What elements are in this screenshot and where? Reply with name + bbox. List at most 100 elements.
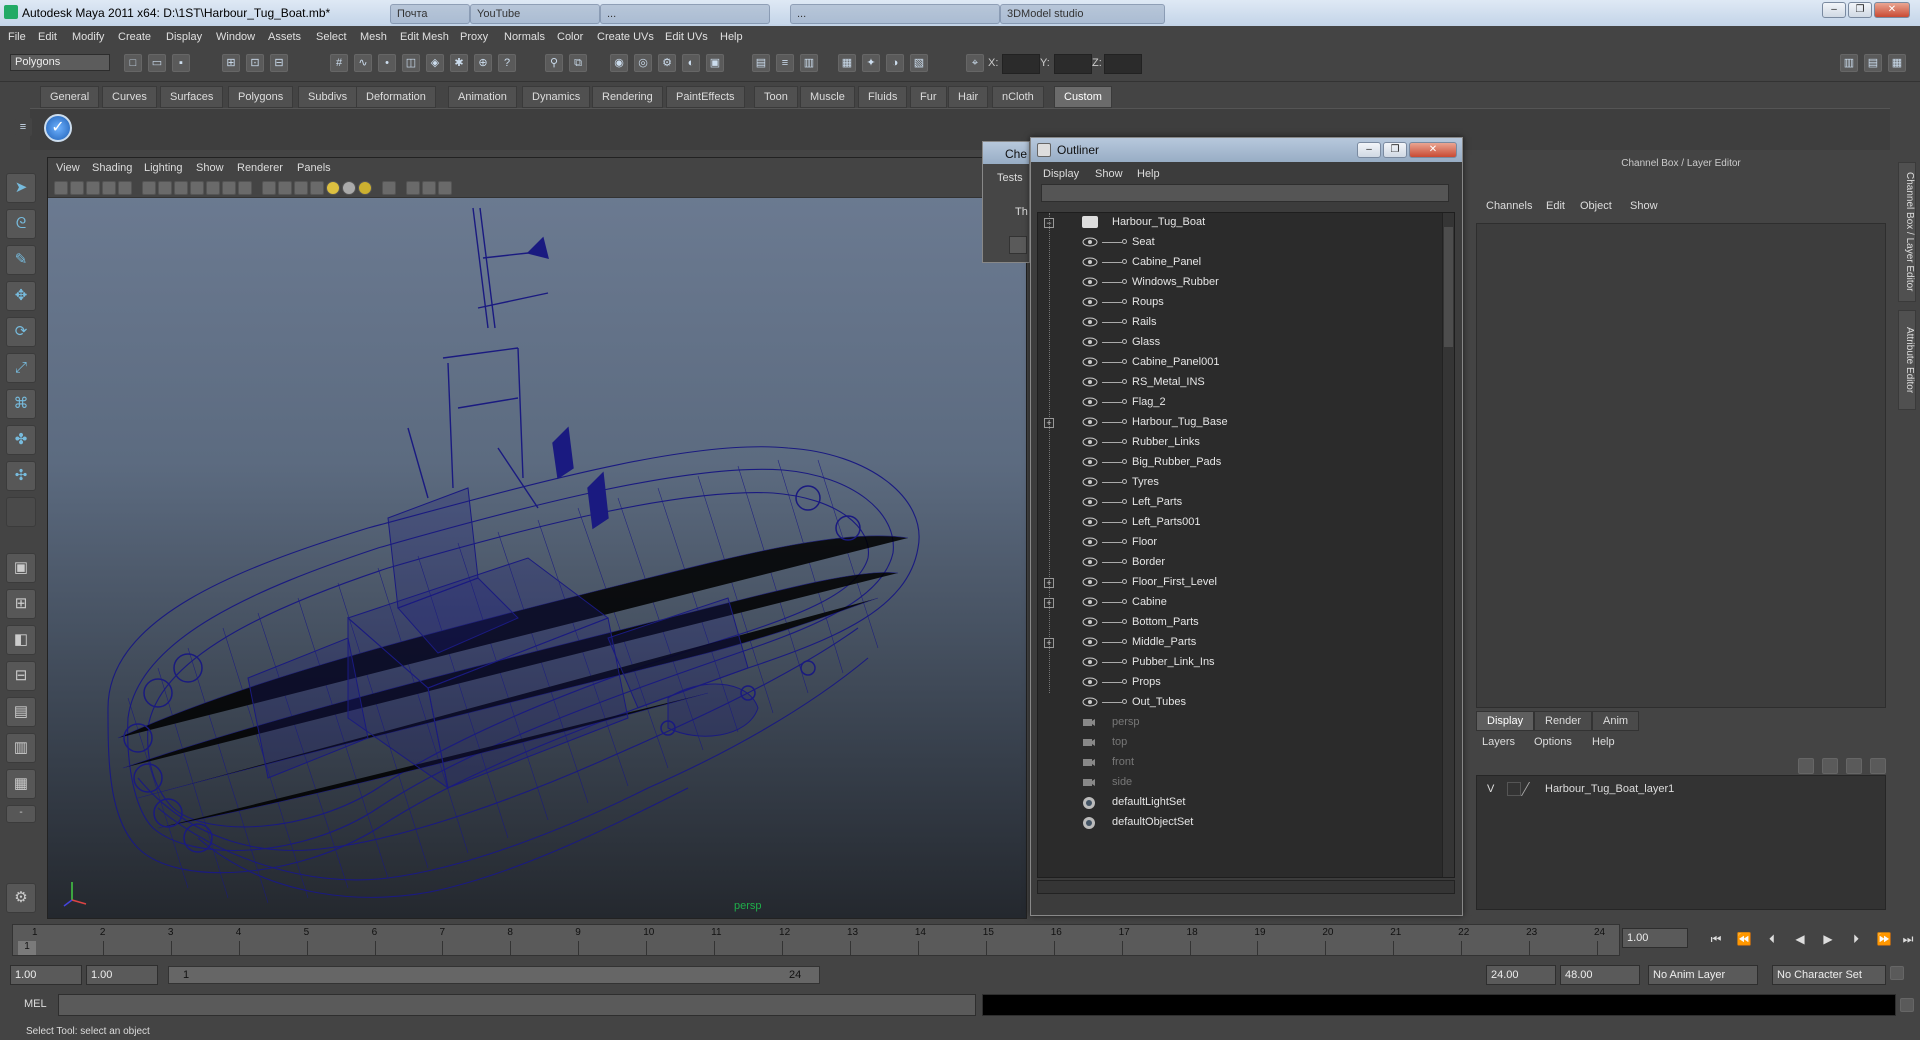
outliner-row[interactable]: Big_Rubber_Pads <box>1038 453 1438 473</box>
perspective-viewport[interactable]: View Shading Lighting Show Renderer Pane… <box>47 157 1027 919</box>
viewport-menu-panels[interactable]: Panels <box>297 162 331 174</box>
close-button[interactable]: ✕ <box>1874 2 1910 18</box>
menu-create-uvs[interactable]: Create UVs <box>597 31 654 43</box>
show-attribute-editor-icon[interactable]: ▥ <box>1840 54 1858 72</box>
outliner-maximize-button[interactable]: ❐ <box>1383 142 1407 158</box>
viewport-menu-show[interactable]: Show <box>196 162 224 174</box>
snap-plane-icon[interactable]: ◫ <box>402 54 420 72</box>
outliner-row[interactable]: Rubber_Links <box>1038 433 1438 453</box>
shelf-tab-subdivs[interactable]: Subdivs <box>298 86 358 108</box>
safe-title-icon[interactable] <box>238 181 252 195</box>
outliner-row[interactable]: Border <box>1038 553 1438 573</box>
shelf-tab-surfaces[interactable]: Surfaces <box>160 86 224 108</box>
add-to-layer-icon[interactable] <box>1846 758 1862 774</box>
layer-tab-anim[interactable]: Anim <box>1592 711 1640 731</box>
open-scene-icon[interactable]: ▭ <box>148 54 166 72</box>
snap-grid-icon[interactable]: # <box>330 54 348 72</box>
select-hierarchy-icon[interactable]: ⊞ <box>222 54 240 72</box>
gate-mask-icon[interactable] <box>190 181 204 195</box>
outliner-row[interactable]: Cabine_Panel001 <box>1038 353 1438 373</box>
menu-color[interactable]: Color <box>557 31 583 43</box>
layer-tab-render[interactable]: Render <box>1534 711 1593 731</box>
outliner-row[interactable]: Floor <box>1038 533 1438 553</box>
safe-action-icon[interactable] <box>222 181 236 195</box>
viewport-menu-renderer[interactable]: Renderer <box>237 162 283 174</box>
layer-visibility-toggle[interactable]: V <box>1487 783 1494 795</box>
outliner-row[interactable]: + Middle_Parts <box>1038 633 1438 653</box>
playback-end-field[interactable]: 24.00 <box>1486 965 1556 985</box>
shelf-tab-toon[interactable]: Toon <box>754 86 798 108</box>
viewport-menu-view[interactable]: View <box>56 162 80 174</box>
play-backwards-icon[interactable]: ◀ <box>1790 932 1810 950</box>
channel-box-area[interactable] <box>1476 223 1886 708</box>
list-icon[interactable]: ≡ <box>776 54 794 72</box>
side-tab-channel-box[interactable]: Channel Box / Layer Editor <box>1898 162 1916 302</box>
scroll-thumb[interactable] <box>1444 227 1453 347</box>
camera-attributes-icon[interactable] <box>70 181 84 195</box>
outliner-set-row[interactable]: defaultObjectSet <box>1038 813 1438 833</box>
show-channel-box-icon[interactable]: ▦ <box>1888 54 1906 72</box>
four-view-layout-icon[interactable]: ⊞ <box>6 589 36 619</box>
character-set-select[interactable]: No Character Set <box>1772 965 1886 985</box>
menu-file[interactable]: File <box>8 31 26 43</box>
browser-tab[interactable]: ... <box>790 4 1000 24</box>
menu-edit[interactable]: Edit <box>38 31 57 43</box>
outliner-row[interactable]: Flag_2 <box>1038 393 1438 413</box>
minimize-button[interactable]: – <box>1822 2 1846 18</box>
step-back-frame-icon[interactable]: ⏪ <box>1734 932 1754 950</box>
persp-outliner-layout-icon[interactable]: ◧ <box>6 625 36 655</box>
outliner-row[interactable]: Windows_Rubber <box>1038 273 1438 293</box>
shelf-tab-deformation[interactable]: Deformation <box>356 86 436 108</box>
menu-create[interactable]: Create <box>118 31 151 43</box>
outliner-camera-row[interactable]: top <box>1038 733 1438 753</box>
collapse-icon[interactable]: − <box>1044 218 1054 228</box>
snap-curve-icon[interactable]: ∿ <box>354 54 372 72</box>
select-camera-icon[interactable] <box>54 181 68 195</box>
outliner-horizontal-scrollbar[interactable] <box>1037 880 1455 894</box>
resolution-gate-icon[interactable] <box>174 181 188 195</box>
script-editor-icon[interactable] <box>1900 998 1914 1012</box>
shelf-tab-custom[interactable]: Custom <box>1054 86 1112 108</box>
outliner-filter-input[interactable] <box>1041 184 1449 202</box>
isolate-select-icon[interactable] <box>406 181 420 195</box>
anim-layer-select[interactable]: No Anim Layer <box>1648 965 1758 985</box>
film-gate-icon[interactable] <box>158 181 172 195</box>
command-input[interactable] <box>58 994 976 1016</box>
outliner-row[interactable]: Left_Parts <box>1038 493 1438 513</box>
xray-joints-icon[interactable] <box>438 181 452 195</box>
absolute-transform-icon[interactable]: ⌖ <box>966 54 984 72</box>
cb-menu-channels[interactable]: Channels <box>1486 200 1532 212</box>
browser-tab[interactable]: YouTube <box>470 4 600 24</box>
lights-icon[interactable]: ✦ <box>862 54 880 72</box>
shelf-tab-polygons[interactable]: Polygons <box>228 86 294 108</box>
expand-icon[interactable]: + <box>1044 418 1054 428</box>
outliner-row[interactable]: Seat <box>1038 233 1438 253</box>
layer-settings-icon[interactable]: ⚙ <box>6 883 36 913</box>
outliner-vertical-scrollbar[interactable] <box>1442 213 1454 877</box>
go-to-start-icon[interactable]: ⏮ <box>1706 932 1726 950</box>
mode-select[interactable]: Polygons <box>10 54 110 71</box>
new-scene-icon[interactable]: □ <box>124 54 142 72</box>
step-back-key-icon[interactable]: ⏴ <box>1762 932 1782 950</box>
layer-menu-layers[interactable]: Layers <box>1482 736 1515 748</box>
outliner-row[interactable]: Left_Parts001 <box>1038 513 1438 533</box>
snap-magnet-icon[interactable]: ⊕ <box>474 54 492 72</box>
layout-more-icon[interactable]: - <box>6 805 36 823</box>
shadows-icon[interactable] <box>382 181 396 195</box>
maximize-button[interactable]: ❐ <box>1848 2 1872 18</box>
time-slider[interactable]: 1 2 3 4 5 6 7 8 9 10 11 12 13 14 15 16 17 18 19 20 21 22 23 24 … <box>12 924 1620 956</box>
shelf-tab-dynamics[interactable]: Dynamics <box>522 86 591 108</box>
textured-icon[interactable] <box>310 181 324 195</box>
menu-modify[interactable]: Modify <box>72 31 104 43</box>
step-forward-key-icon[interactable]: ⏵ <box>1846 932 1866 950</box>
shelf-tab-hair[interactable]: Hair <box>948 86 989 108</box>
grid-icon[interactable] <box>142 181 156 195</box>
outliner-row[interactable]: Roups <box>1038 293 1438 313</box>
render-icon[interactable]: ◉ <box>610 54 628 72</box>
menu-edit-uvs[interactable]: Edit UVs <box>665 31 708 43</box>
play-forwards-icon[interactable]: ▶ <box>1818 932 1838 950</box>
show-manipulator-icon[interactable]: ✣ <box>6 461 36 491</box>
command-language-label[interactable]: MEL <box>24 998 47 1010</box>
cb-menu-edit[interactable]: Edit <box>1546 200 1565 212</box>
panel-icon[interactable]: ▥ <box>800 54 818 72</box>
